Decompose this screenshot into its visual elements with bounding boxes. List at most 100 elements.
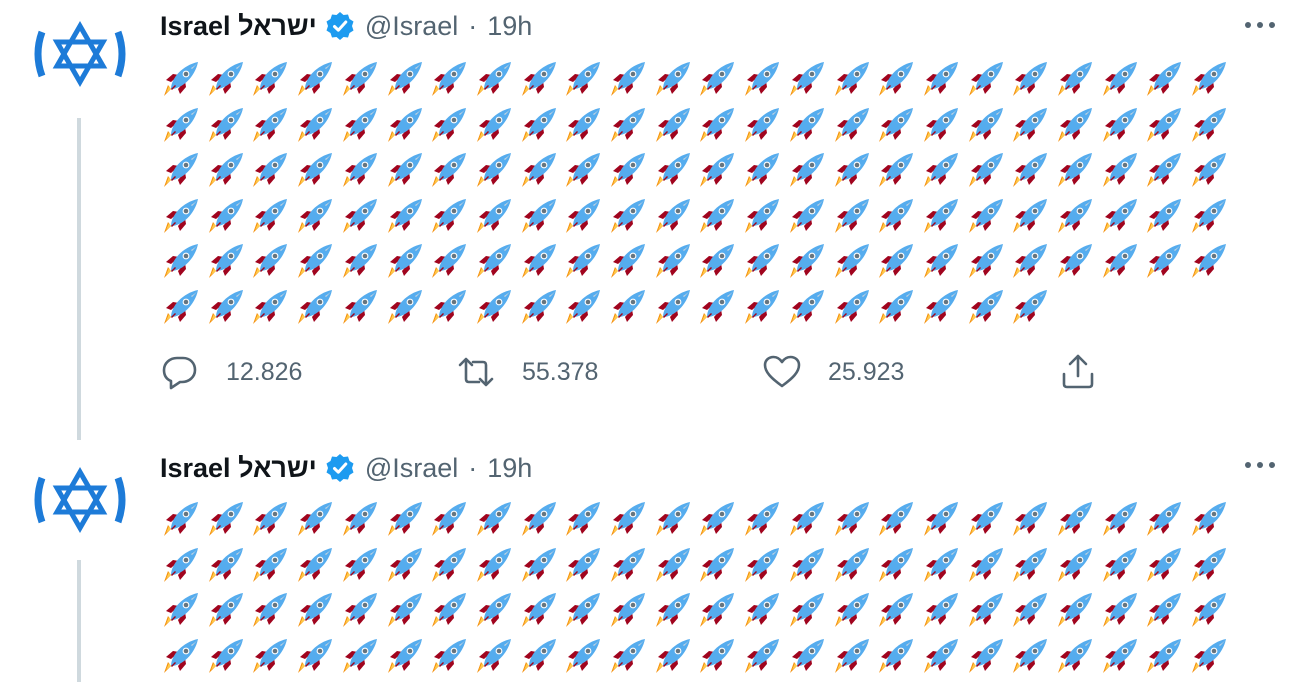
handle[interactable]: @Israel (365, 11, 458, 42)
rocket-emoji (475, 240, 515, 280)
handle[interactable]: @Israel (365, 453, 458, 484)
rocket-emoji (654, 498, 694, 538)
tweet[interactable]: Israel ישראל @Israel · 19h 12.826 55.378… (0, 0, 1300, 440)
rocket-emoji (1190, 104, 1230, 144)
rocket-emoji (162, 195, 202, 235)
rocket-emoji (475, 498, 515, 538)
rocket-emoji (251, 149, 291, 189)
reply-button[interactable]: 12.826 (160, 348, 302, 396)
retweet-icon (458, 357, 494, 387)
rocket-emoji (788, 635, 828, 675)
timestamp[interactable]: 19h (487, 11, 532, 42)
rocket-emoji (1145, 149, 1185, 189)
rocket-emoji (788, 589, 828, 629)
rocket-emoji (162, 498, 202, 538)
rocket-emoji (296, 589, 336, 629)
rocket-emoji (833, 195, 873, 235)
rocket-emoji (609, 589, 649, 629)
rocket-emoji (1145, 635, 1185, 675)
rocket-emoji (877, 58, 917, 98)
rocket-emoji (1011, 149, 1051, 189)
rocket-emoji (609, 149, 649, 189)
tweet-header: Israel ישראל @Israel · 19h (160, 6, 532, 46)
rocket-emoji (788, 544, 828, 584)
rocket-emoji (654, 104, 694, 144)
rocket-emoji (520, 58, 560, 98)
rocket-emoji (877, 240, 917, 280)
rocket-emoji (162, 544, 202, 584)
rocket-emoji (1011, 589, 1051, 629)
rocket-emoji (251, 104, 291, 144)
rocket-emoji (296, 149, 336, 189)
rocket-emoji (251, 195, 291, 235)
more-icon[interactable] (1240, 450, 1280, 480)
rocket-emoji (1101, 240, 1141, 280)
rocket-emoji (207, 104, 247, 144)
reply-icon (162, 356, 197, 390)
rocket-emoji (1101, 589, 1141, 629)
rocket-emoji (341, 58, 381, 98)
rocket-emoji (341, 498, 381, 538)
retweet-button[interactable]: 55.378 (456, 348, 598, 396)
avatar[interactable] (28, 448, 132, 552)
rocket-emoji (564, 149, 604, 189)
rocket-emoji (743, 544, 783, 584)
rocket-emoji (207, 58, 247, 98)
rocket-emoji (341, 635, 381, 675)
rocket-emoji (698, 195, 738, 235)
rocket-emoji (207, 635, 247, 675)
rocket-emoji (967, 240, 1007, 280)
rocket-emoji (564, 58, 604, 98)
more-icon[interactable] (1240, 10, 1280, 40)
rocket-emoji (386, 240, 426, 280)
rocket-emoji (386, 149, 426, 189)
rocket-emoji (609, 286, 649, 326)
rocket-emoji (833, 149, 873, 189)
tweet-actions: 12.826 55.378 25.923 (160, 348, 1120, 396)
timestamp[interactable]: 19h (487, 453, 532, 484)
verified-badge-icon (325, 11, 355, 41)
rocket-emoji (207, 286, 247, 326)
rocket-emoji (162, 104, 202, 144)
display-name[interactable]: Israel ישראל (160, 453, 317, 484)
rocket-emoji (654, 544, 694, 584)
rocket-emoji (1011, 286, 1051, 326)
rocket-emoji (430, 635, 470, 675)
avatar[interactable] (28, 2, 132, 106)
rocket-emoji (1145, 498, 1185, 538)
rocket-emoji (341, 149, 381, 189)
rocket-emoji (698, 58, 738, 98)
rocket-emoji (698, 286, 738, 326)
rocket-emoji (1056, 635, 1096, 675)
rocket-emoji (788, 240, 828, 280)
rocket-emoji (698, 104, 738, 144)
rocket-emoji (967, 498, 1007, 538)
verified-badge-icon (325, 453, 355, 483)
rocket-emoji (1190, 589, 1230, 629)
rocket-emoji (743, 149, 783, 189)
rocket-emoji (475, 58, 515, 98)
display-name[interactable]: Israel ישראל (160, 11, 317, 42)
rocket-emoji (564, 498, 604, 538)
rocket-emoji (162, 240, 202, 280)
rocket-emoji (743, 286, 783, 326)
rocket-emoji (430, 544, 470, 584)
thread-line (77, 118, 81, 440)
rocket-emoji (207, 498, 247, 538)
rocket-emoji (654, 195, 694, 235)
tweet-header: Israel ישראל @Israel · 19h (160, 448, 532, 488)
rocket-emoji (967, 149, 1007, 189)
rocket-emoji (162, 58, 202, 98)
rocket-emoji (609, 635, 649, 675)
rocket-emoji (520, 589, 560, 629)
rocket-emoji (341, 240, 381, 280)
rocket-emoji (877, 104, 917, 144)
rocket-emoji (207, 240, 247, 280)
rocket-emoji (207, 544, 247, 584)
share-button[interactable] (1058, 348, 1098, 396)
rocket-emoji (788, 149, 828, 189)
rocket-emoji (833, 589, 873, 629)
like-button[interactable]: 25.923 (762, 348, 904, 396)
rocket-emoji (251, 286, 291, 326)
rocket-emoji (833, 104, 873, 144)
